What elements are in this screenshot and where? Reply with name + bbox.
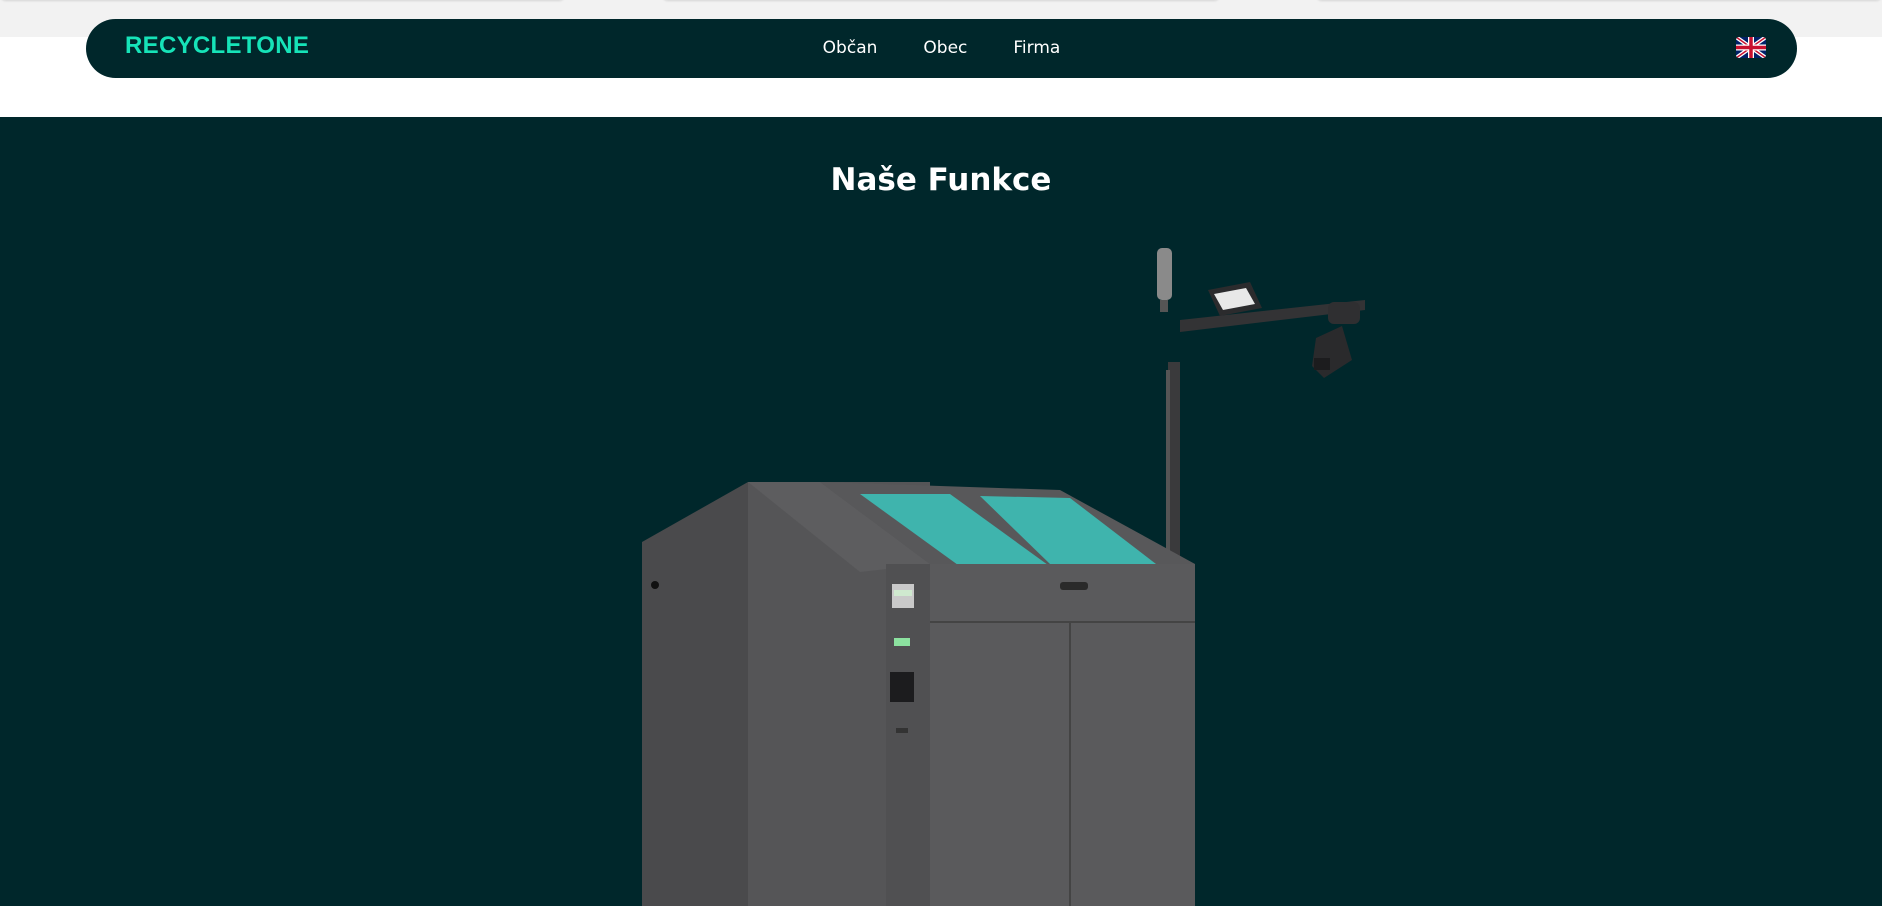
section-title: Naše Funkce — [830, 162, 1052, 198]
features-section: Naše Funkce — [0, 117, 1882, 906]
nav-links: Občan Obec Firma — [86, 38, 1797, 58]
uk-flag-icon[interactable] — [1736, 37, 1766, 58]
nav-item-obec[interactable]: Obec — [923, 38, 967, 58]
nav-item-obcan[interactable]: Občan — [823, 38, 878, 58]
navbar: RECYCLETONE Občan Obec Firma — [86, 19, 1797, 78]
nav-item-firma[interactable]: Firma — [1013, 38, 1060, 58]
recycling-machine-image — [642, 248, 1365, 906]
